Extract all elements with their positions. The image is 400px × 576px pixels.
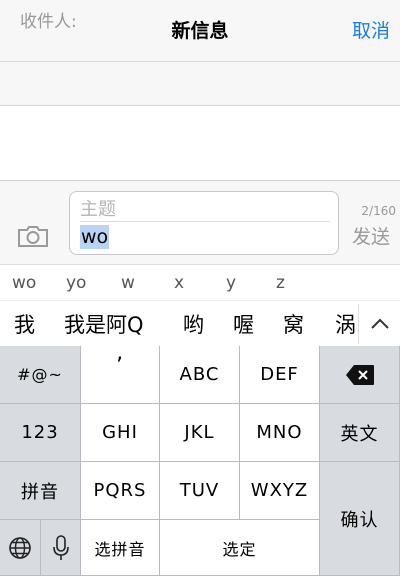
mic-key[interactable] xyxy=(41,520,81,576)
jkl-key[interactable]: JKL xyxy=(160,404,240,462)
pinyin-option[interactable]: w xyxy=(121,268,135,298)
pinyin-option[interactable]: yo xyxy=(66,268,86,298)
candidate-word[interactable]: 我是阿Q xyxy=(64,306,144,344)
english-key[interactable]: 英文 xyxy=(320,404,400,462)
numbers-key[interactable]: 123 xyxy=(0,404,81,462)
candidate-word[interactable]: 喔 xyxy=(233,306,254,344)
candidate-word[interactable]: 哟 xyxy=(183,306,204,344)
delete-icon xyxy=(345,364,374,385)
mno-key[interactable]: MNO xyxy=(240,404,320,462)
pinyin-option[interactable]: x xyxy=(174,268,184,298)
candidate-word[interactable]: 我 xyxy=(14,306,35,344)
globe-key[interactable] xyxy=(0,520,41,576)
char-counter: 2/160 xyxy=(361,204,396,218)
mic-icon xyxy=(52,534,69,560)
def-key[interactable]: DEF xyxy=(240,346,320,404)
ghi-key[interactable]: GHI xyxy=(81,404,160,462)
pinyin-option[interactable]: wo xyxy=(12,268,36,298)
candidate-word[interactable]: 涡 xyxy=(335,306,356,344)
pinyin-option[interactable]: z xyxy=(276,268,285,298)
expand-candidates-button[interactable] xyxy=(358,304,400,344)
confirm-key[interactable]: 确认 xyxy=(320,462,400,576)
chevron-up-icon xyxy=(371,318,389,329)
wxyz-key[interactable]: WXYZ xyxy=(240,462,320,520)
tuv-key[interactable]: TUV xyxy=(160,462,240,520)
pinyin-option[interactable]: y xyxy=(226,268,236,298)
subject-divider xyxy=(80,221,330,222)
candidate-word[interactable]: 窝 xyxy=(283,306,304,344)
camera-icon[interactable] xyxy=(16,224,50,248)
recipient-field[interactable] xyxy=(0,62,400,106)
recipient-label: 收件人: xyxy=(20,12,77,32)
punctuation-key[interactable]: ’ xyxy=(81,346,160,404)
send-button[interactable]: 发送 xyxy=(347,222,395,249)
divider xyxy=(0,300,400,301)
delete-key[interactable] xyxy=(320,346,400,404)
cancel-button[interactable]: 取消 xyxy=(352,0,390,62)
globe-icon xyxy=(9,536,31,559)
select-pinyin-key[interactable]: 选拼音 xyxy=(81,520,160,576)
select-key[interactable]: 选定 xyxy=(160,520,320,576)
message-text[interactable]: wo xyxy=(80,225,110,249)
symbols-key[interactable]: #@~ xyxy=(0,346,81,404)
subject-field[interactable]: 主题 xyxy=(80,196,116,224)
abc-key[interactable]: ABC xyxy=(160,346,240,404)
message-area xyxy=(0,106,400,180)
pinyin-key[interactable]: 拼音 xyxy=(0,462,81,520)
pqrs-key[interactable]: PQRS xyxy=(81,462,160,520)
